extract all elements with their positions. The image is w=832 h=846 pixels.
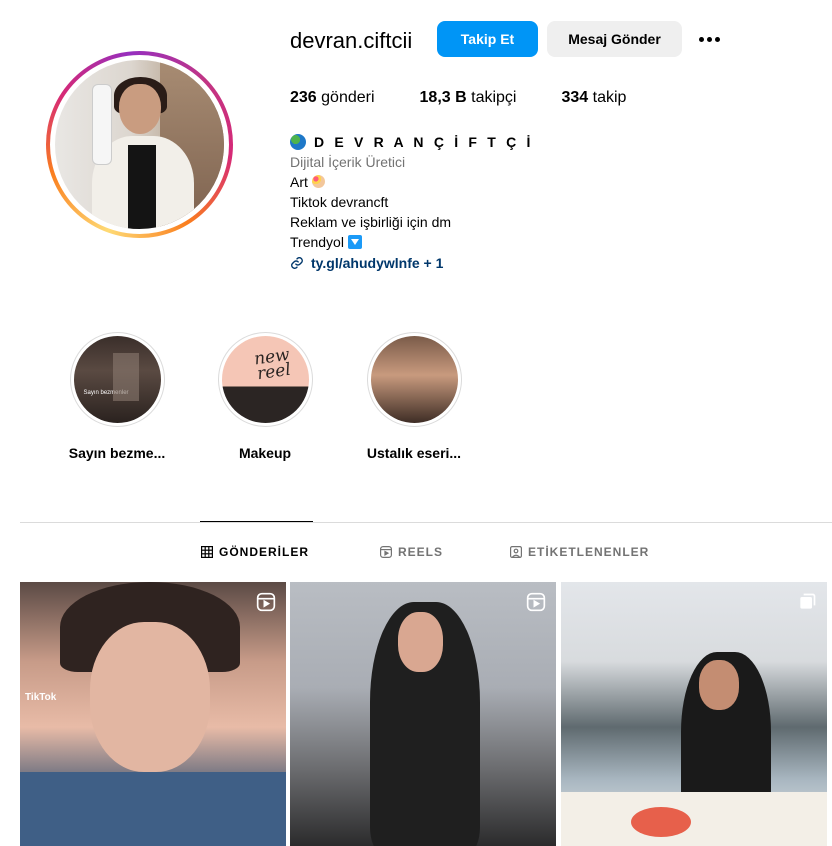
highlight-cover: new reel bbox=[221, 336, 309, 423]
more-options-icon[interactable] bbox=[694, 27, 724, 51]
bio-line-ads: Reklam ve işbirliği için dm bbox=[290, 214, 452, 230]
tiktok-watermark: TikTok bbox=[25, 692, 57, 703]
palette-icon bbox=[311, 175, 325, 188]
follow-button[interactable]: Takip Et bbox=[437, 21, 538, 57]
following-stat[interactable]: 334 takip bbox=[561, 89, 626, 107]
post-thumbnail[interactable]: TikTok bbox=[20, 582, 286, 846]
highlight-label: Makeup bbox=[238, 445, 292, 461]
reel-icon bbox=[526, 592, 546, 612]
bio-line-trendyol: Trendyol bbox=[290, 232, 534, 252]
display-name: D E V R A N Ç İ F T Ç İ bbox=[290, 132, 534, 152]
bio-line-tiktok: Tiktok devrancft bbox=[290, 194, 389, 210]
active-tab-indicator bbox=[200, 521, 313, 522]
highlight-label: Ustalık eseri... bbox=[366, 445, 462, 461]
tabs-divider bbox=[20, 522, 832, 523]
highlight-item[interactable]: new reel Makeup bbox=[200, 332, 330, 461]
highlight-item[interactable]: Ustalık eseri... bbox=[349, 332, 479, 461]
bio-line-art: Art bbox=[290, 172, 534, 192]
globe-icon bbox=[290, 134, 306, 150]
profile-avatar[interactable] bbox=[46, 51, 233, 238]
highlight-cover: Sayın bezmenler bbox=[73, 336, 161, 423]
post-thumbnail[interactable] bbox=[561, 582, 827, 846]
tab-reels[interactable]: REELS bbox=[380, 545, 443, 559]
message-button[interactable]: Mesaj Gönder bbox=[547, 21, 682, 57]
grid-icon bbox=[201, 546, 213, 558]
tab-tagged[interactable]: ETİKETLENENLER bbox=[510, 545, 649, 559]
down-arrow-icon bbox=[347, 235, 362, 249]
highlight-label: Sayın bezme... bbox=[68, 445, 166, 461]
post-thumbnail[interactable] bbox=[290, 582, 556, 846]
bio-link[interactable]: ty.gl/ahudywlnfe + 1 bbox=[290, 253, 534, 273]
carousel-icon bbox=[800, 593, 816, 609]
profile-username: devran.ciftcii bbox=[290, 28, 413, 53]
avatar-photo bbox=[55, 60, 224, 229]
highlight-item[interactable]: Sayın bezmenler Sayın bezme... bbox=[52, 332, 182, 461]
profile-bio: D E V R A N Ç İ F T Ç İ Dijital İçerik Ü… bbox=[290, 132, 534, 273]
highlight-cover bbox=[370, 336, 458, 423]
link-icon bbox=[291, 257, 303, 269]
profile-stats: 236 gönderi 18,3 B takipçi 334 takip bbox=[290, 89, 671, 107]
tab-posts[interactable]: GÖNDERİLER bbox=[201, 545, 309, 559]
tagged-icon bbox=[510, 546, 522, 558]
followers-stat[interactable]: 18,3 B takipçi bbox=[420, 89, 517, 107]
reel-icon bbox=[256, 592, 276, 612]
profile-category: Dijital İçerik Üretici bbox=[290, 154, 406, 170]
posts-stat: 236 gönderi bbox=[290, 89, 375, 106]
reels-icon bbox=[380, 546, 392, 558]
